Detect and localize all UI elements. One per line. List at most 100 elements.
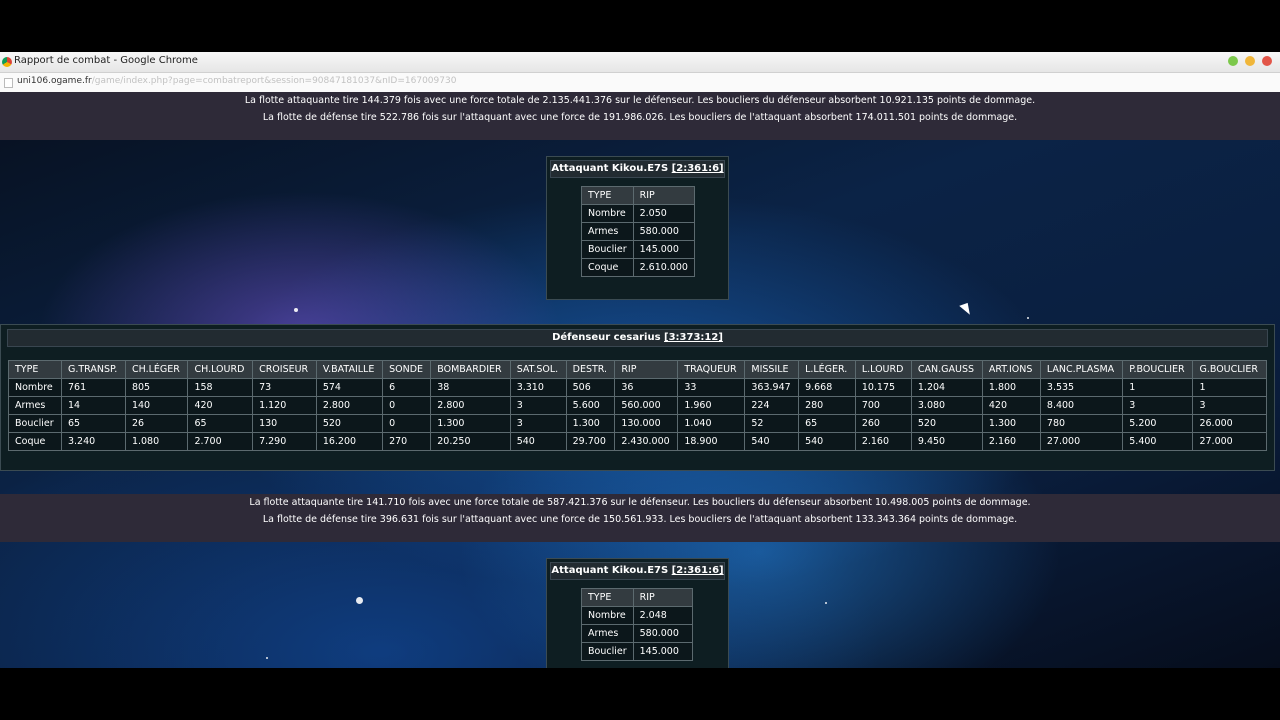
table-cell: 130 [252,414,317,433]
header-cell: MISSILE [744,360,800,379]
table-cell: 506 [565,378,616,397]
table-cell: 10.175 [854,378,912,397]
table-cell: 2.800 [315,396,384,415]
table-cell: 65 [187,414,254,433]
table-cell: 26 [124,414,189,433]
table-cell: 574 [315,378,384,397]
table-cell: 2.800 [430,396,511,415]
table-cell: 700 [854,396,912,415]
round-2-summary: La flotte attaquante tire 141.710 fois a… [0,494,1280,542]
url-path: /game/index.php?page=combatreport&sessio… [91,76,457,86]
table-cell: 33 [677,378,746,397]
header-cell: TYPE [8,360,62,379]
table-cell: 2.430.000 [614,432,679,451]
browser-window: Rapport de combat - Google Chrome uni106… [0,52,1280,668]
attacker-panel: Attaquant Kikou.E7S [2:361:6] TYPE RIP N… [546,558,729,668]
row-value: 2.050 [632,204,695,223]
table-cell: 8.400 [1039,396,1124,415]
header-cell: ART.IONS [981,360,1041,379]
table-row: Bouclier 65 26 65 130 520 0 1.300 3 1.300 130.000 1… [8,414,1267,433]
row-label: Nombre [581,204,634,223]
table-cell: 420 [981,396,1041,415]
address-bar[interactable]: uni106.ogame.fr/game/index.php?page=comb… [0,73,1280,93]
table-cell: 363.947 [744,378,800,397]
row-label: Bouclier [581,240,634,259]
star [825,602,827,604]
table-cell: 1 [1192,378,1267,397]
header-cell: CH.LÉGER [124,360,189,379]
table-cell: 9.450 [910,432,983,451]
table-cell: 52 [744,414,800,433]
attacker-coords-link[interactable]: [2:361:6] [672,565,724,576]
defender-coords-link[interactable]: [3:373:12] [664,332,723,343]
table-cell: 2.700 [187,432,254,451]
table-row: Armes 580.000 [581,222,695,241]
header-cell: DESTR. [565,360,616,379]
url-text[interactable]: uni106.ogame.fr/game/index.php?page=comb… [17,76,456,86]
table-cell: 1.080 [124,432,189,451]
star [356,597,363,604]
minimize-button[interactable] [1228,56,1238,66]
header-cell: G.TRANSP. [60,360,126,379]
table-cell: 3 [509,414,567,433]
attacker-fire-line: La flotte attaquante tire 144.379 fois a… [244,95,1036,106]
header-cell: RIP [614,360,679,379]
row-value: 580.000 [632,222,695,241]
table-cell: 1.300 [565,414,616,433]
table-cell: 1.800 [981,378,1041,397]
table-cell: 65 [798,414,856,433]
table-header-row: TYPE RIP [581,588,693,607]
header-cell: L.LOURD [854,360,912,379]
attacker-coords-link[interactable]: [2:361:6] [672,163,724,174]
row-value: 2.048 [632,606,693,625]
header-cell: V.BATAILLE [315,360,384,379]
defender-title: Défenseur cesarius [3:373:12] [7,329,1268,347]
table-cell: 3.080 [910,396,983,415]
window-title: Rapport de combat - Google Chrome [14,55,198,66]
table-cell: 520 [910,414,983,433]
header-cell: CH.LOURD [187,360,254,379]
defender-fire-line: La flotte de défense tire 522.786 fois s… [262,112,1018,123]
row-label: Armes [8,396,62,415]
table-row: Coque 3.240 1.080 2.700 7.290 16.200 270 20.250… [8,432,1267,451]
row-label: Nombre [581,606,634,625]
table-cell: 16.200 [315,432,384,451]
table-cell: 73 [252,378,317,397]
attacker-table: TYPE RIP Nombre 2.048 Armes 580.000 Bouc… [581,588,693,661]
header-cell: SONDE [382,360,432,379]
row-label: Coque [8,432,62,451]
defender-fire-line: La flotte de défense tire 396.631 fois s… [262,514,1018,525]
header-cell: TYPE [581,186,634,205]
row-label: Armes [581,222,634,241]
header-cell: TRAQUEUR [677,360,746,379]
attacker-panel: Attaquant Kikou.E7S [2:361:6] TYPE RIP N… [546,156,729,300]
table-cell: 14 [60,396,126,415]
header-cell: LANC.PLASMA [1039,360,1124,379]
table-cell: 27.000 [1192,432,1267,451]
table-cell: 761 [60,378,126,397]
attacker-fire-line: La flotte attaquante tire 141.710 fois a… [249,497,1031,508]
table-cell: 540 [509,432,567,451]
table-cell: 3 [1192,396,1267,415]
table-cell: 2.160 [854,432,912,451]
table-cell: 20.250 [430,432,511,451]
header-cell: P.BOUCLIER [1122,360,1194,379]
page-icon [4,78,13,88]
defender-name: Défenseur cesarius [552,332,661,343]
table-cell: 2.160 [981,432,1041,451]
defender-panel: Défenseur cesarius [3:373:12] TYPE G.TRAN… [0,324,1275,471]
table-cell: 36 [614,378,679,397]
table-row: Nombre 2.050 [581,204,695,223]
table-cell: 130.000 [614,414,679,433]
row-label: Armes [581,624,634,643]
maximize-button[interactable] [1245,56,1255,66]
table-cell: 1.960 [677,396,746,415]
table-cell: 0 [382,414,432,433]
table-cell: 520 [315,414,384,433]
table-cell: 3 [509,396,567,415]
table-header-row: TYPE G.TRANSP. CH.LÉGER CH.LOURD CROISEUR V.B… [8,360,1267,379]
attacker-name: Attaquant Kikou.E7S [551,565,669,576]
table-cell: 158 [187,378,254,397]
close-button[interactable] [1262,56,1272,66]
header-cell: RIP [632,186,695,205]
